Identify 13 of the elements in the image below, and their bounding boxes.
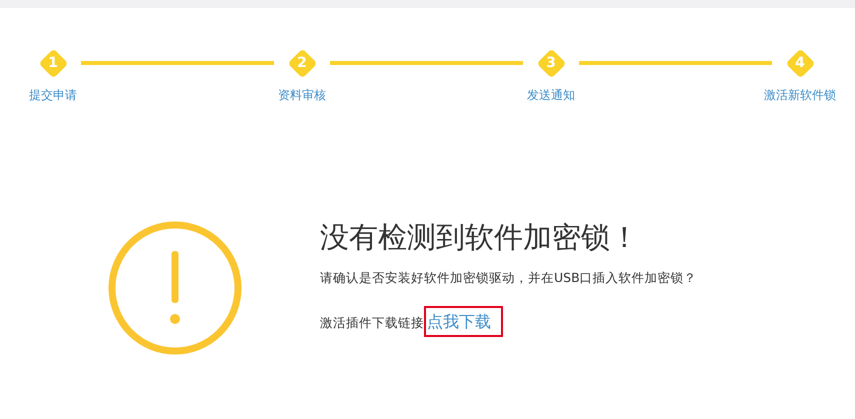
step-marker: 4: [785, 48, 815, 78]
step-marker: 1: [38, 48, 68, 78]
step-marker: 3: [536, 48, 566, 78]
warning-icon: [108, 221, 242, 355]
step-label: 提交申请: [29, 87, 77, 104]
download-label: 激活插件下载链接: [320, 314, 424, 330]
download-link[interactable]: 点我下载: [424, 306, 503, 337]
step-marker: 2: [287, 48, 317, 78]
error-title: 没有检测到软件加密锁！: [320, 220, 640, 255]
step-label: 激活新软件锁: [764, 87, 836, 104]
step-label: 资料审核: [278, 87, 326, 104]
step-label: 发送通知: [527, 87, 575, 104]
instruction-text: 请确认是否安装好软件加密锁驱动，并在USB口插入软件加密锁？: [320, 268, 697, 287]
